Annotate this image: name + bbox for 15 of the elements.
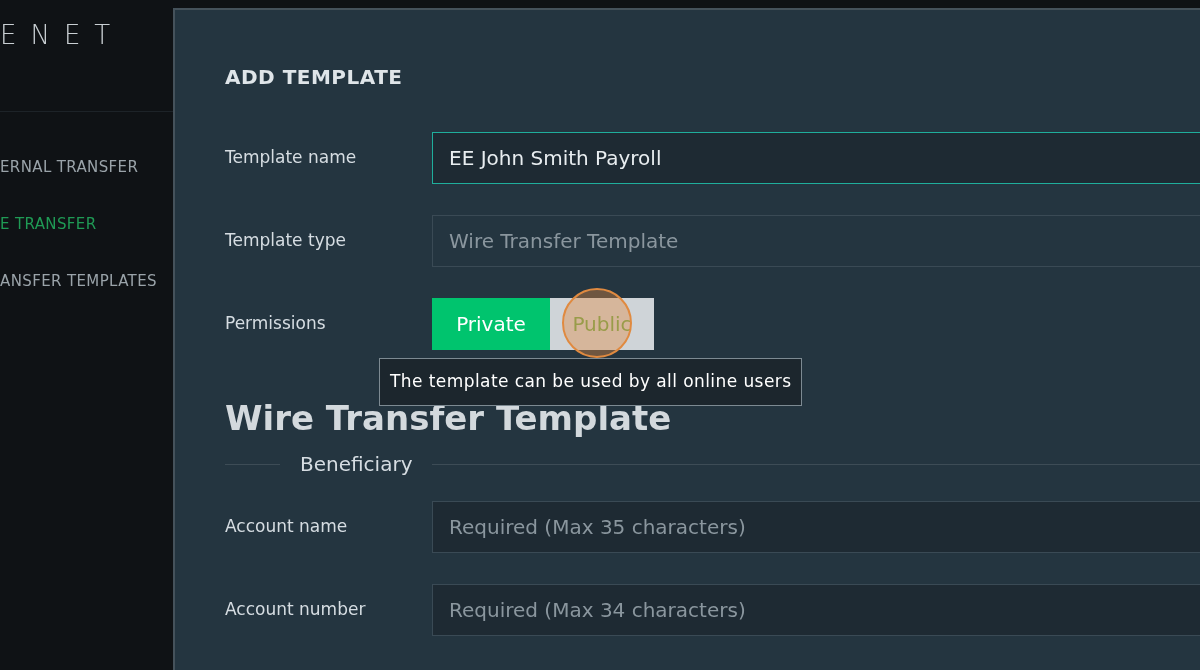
modal-title: ADD TEMPLATE bbox=[225, 64, 404, 91]
sidebar-item[interactable]: ERNAL TRANSFER bbox=[0, 156, 173, 178]
field-label: Account number bbox=[225, 598, 367, 622]
input-field[interactable]: Required (Max 34 characters) bbox=[432, 584, 1200, 636]
input-field[interactable]: Required (Max 35 characters) bbox=[432, 501, 1200, 553]
input-field[interactable]: EE John Smith Payroll bbox=[432, 132, 1200, 184]
tooltip: The template can be used by all online users bbox=[379, 358, 803, 406]
field-label: Template name bbox=[225, 146, 358, 170]
field-label: Template type bbox=[225, 229, 347, 253]
field-label: Account name bbox=[225, 515, 349, 539]
logo[interactable]: ENET bbox=[0, 20, 125, 50]
field-label: Permissions bbox=[225, 312, 327, 336]
section-label: Beneficiary bbox=[299, 451, 414, 478]
sidebar-item[interactable]: ANSFER TEMPLATES bbox=[0, 270, 173, 292]
sidebar-item[interactable]: E TRANSFER bbox=[0, 213, 173, 235]
